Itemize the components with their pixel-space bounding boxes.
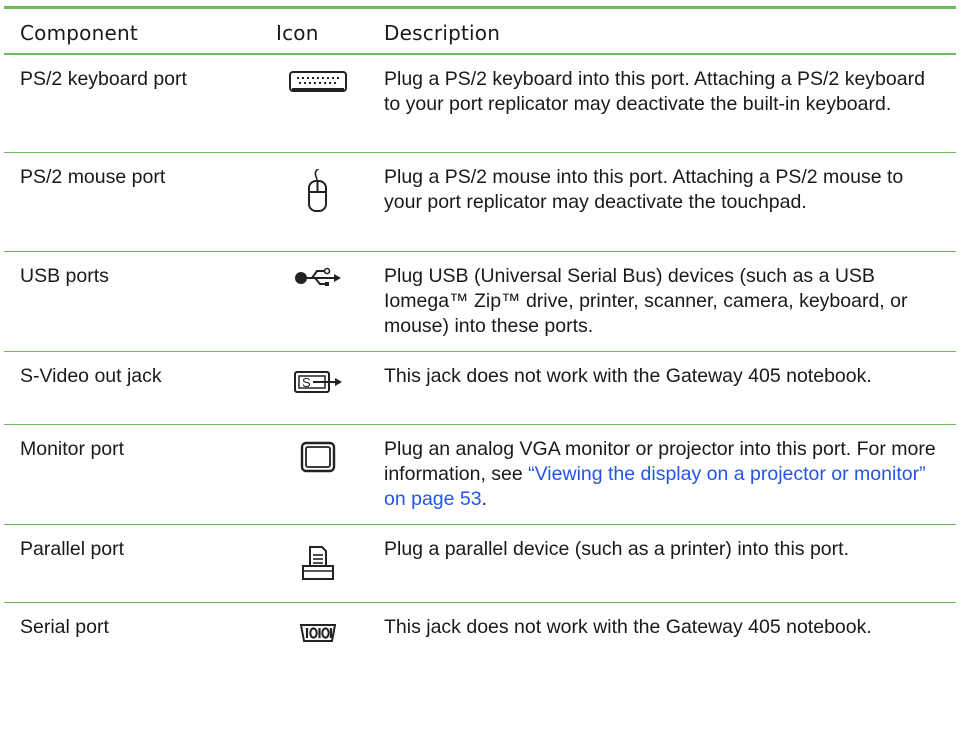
description-text-end: . (481, 488, 488, 510)
component-name: PS/2 mouse port (20, 166, 166, 188)
component-description: Plug a PS/2 keyboard into this port. Att… (384, 68, 925, 115)
table-header: Component Icon Description (4, 9, 956, 55)
table-row: Serial port This jack does not work with… (4, 603, 956, 677)
table-row: USB ports Plug USB (Universal Serial Bus… (4, 252, 956, 352)
component-description: Plug a parallel device (such as a printe… (384, 538, 849, 560)
component-description: This jack does not work with the Gateway… (384, 365, 872, 387)
usb-icon (270, 266, 366, 288)
table-row: Monitor port Plug an analog VGA monitor … (4, 425, 956, 525)
component-description: Plug an analog VGA monitor or projector … (384, 437, 944, 512)
table-row: PS/2 mouse port Plug a PS/2 mouse into t… (4, 153, 956, 252)
monitor-icon (270, 441, 366, 473)
component-description: Plug USB (Universal Serial Bus) devices … (384, 265, 908, 337)
header-description: Description (384, 21, 501, 45)
table-row: PS/2 keyboard port Plug a PS/2 keyboard … (4, 55, 956, 153)
header-component: Component (20, 21, 138, 45)
keyboard-icon (270, 69, 366, 95)
component-name: PS/2 keyboard port (20, 68, 187, 90)
component-name: S-Video out jack (20, 365, 162, 387)
header-icon: Icon (276, 21, 319, 45)
component-name: USB ports (20, 265, 109, 287)
mouse-icon (270, 167, 366, 213)
ports-table: Component Icon Description PS/2 keyboard… (4, 6, 956, 677)
s-video-icon: S (270, 370, 366, 394)
component-name: Monitor port (20, 438, 125, 460)
component-description: Plug a PS/2 mouse into this port. Attach… (384, 166, 904, 213)
printer-icon (270, 545, 366, 581)
component-description: This jack does not work with the Gateway… (384, 616, 872, 638)
table-row: Parallel port Plug a parallel device (su… (4, 525, 956, 603)
serial-icon (270, 623, 366, 643)
component-name: Serial port (20, 616, 109, 638)
component-name: Parallel port (20, 538, 125, 560)
svg-text:S: S (302, 375, 311, 390)
table-row: S-Video out jack S This jack does not wo… (4, 352, 956, 425)
